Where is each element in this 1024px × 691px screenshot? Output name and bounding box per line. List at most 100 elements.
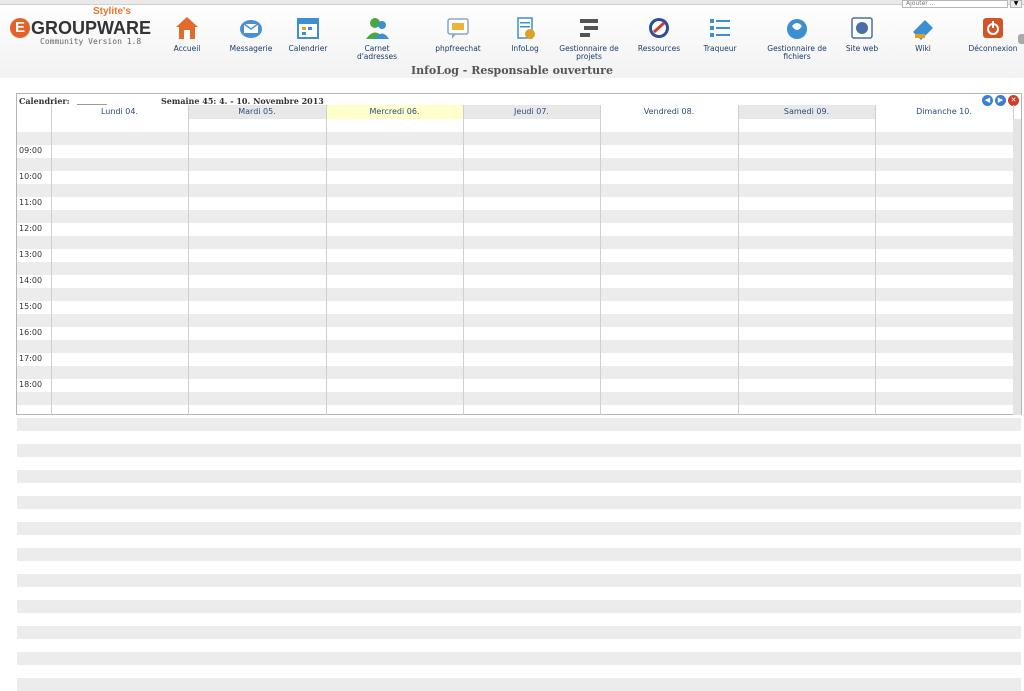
nav-item-mail[interactable]: Messagerie [223, 14, 279, 66]
nav-label: Accueil [173, 44, 201, 53]
nav-item-tracker[interactable]: Traqueur [692, 14, 748, 66]
resources-icon [645, 14, 673, 42]
infolog-icon [511, 14, 539, 42]
home-icon [173, 14, 201, 42]
time-slot-row[interactable] [17, 236, 1021, 249]
time-slot-row[interactable] [17, 288, 1021, 301]
page-title: InfoLog - Responsable ouverture [411, 64, 613, 77]
time-slot-row[interactable] [17, 496, 1021, 509]
day-column-divider [738, 105, 739, 415]
nav-item-projects[interactable]: Gestionnaire de projets [551, 14, 627, 66]
files-icon [783, 14, 811, 42]
day-header[interactable]: Dimanche 10. [875, 105, 1013, 119]
nav-label: Traqueur [703, 44, 737, 53]
wiki-icon [909, 14, 937, 42]
time-slot-row[interactable] [17, 444, 1021, 457]
nav-label: Déconnexion [968, 44, 1018, 53]
time-slot-row[interactable] [17, 262, 1021, 275]
chat-icon [444, 14, 472, 42]
day-header[interactable]: Mardi 05. [188, 105, 326, 119]
time-slot-row[interactable] [17, 574, 1021, 587]
time-grid[interactable]: 09:00 10:00 11:00 12:00 13:00 14:00 15:00 16:00… [17, 105, 1021, 691]
nav-label: Calendrier [288, 44, 328, 53]
nav-label: Carnet d'adresses [356, 44, 398, 61]
day-header[interactable]: Lundi 04. [51, 105, 188, 119]
time-slot-row[interactable] [17, 626, 1021, 639]
nav-label: InfoLog [511, 44, 539, 53]
nav-label: phpfreechat [435, 44, 481, 53]
day-headers: Lundi 04. Mardi 05. Mercredi 06. Jeudi 07. V… [17, 105, 1021, 119]
nav-item-calendar[interactable]: Calendrier [280, 14, 336, 66]
day-column-divider [600, 105, 601, 415]
time-slot-row[interactable] [17, 522, 1021, 535]
time-slot-row[interactable] [17, 314, 1021, 327]
time-slot-row[interactable] [17, 678, 1021, 691]
hour-label: 15:00 [19, 302, 43, 311]
calendar-scrollbar[interactable] [1013, 119, 1021, 415]
time-slot-row[interactable] [17, 392, 1021, 405]
hour-label: 12:00 [19, 224, 43, 233]
hour-label: 11:00 [19, 198, 43, 207]
chevron-down-icon[interactable]: ▼ [1010, 0, 1022, 8]
quick-add-select[interactable]: Ajouter ... [902, 0, 1008, 8]
nav-item-infolog[interactable]: InfoLog [503, 14, 547, 66]
nav-label: Gestionnaire de fichiers [767, 44, 827, 61]
logo-tagline: Stylite's [93, 6, 131, 17]
website-icon [848, 14, 876, 42]
nav-item-wiki[interactable]: Wiki [898, 14, 948, 66]
logout-icon [979, 14, 1007, 42]
time-slot-row[interactable] [17, 470, 1021, 483]
tracker-icon [706, 14, 734, 42]
nav-label: Wiki [915, 44, 931, 53]
week-calendar: Calendrier: Semaine 45: 4. - 10. Novembr… [16, 93, 1022, 691]
egroupware-logo[interactable]: Stylite's E GROUPWARE Community Version … [6, 6, 166, 46]
logo-badge: E [10, 18, 30, 38]
day-column-divider [875, 105, 876, 415]
projects-icon [575, 14, 603, 42]
nav-label: Site web [845, 44, 879, 53]
nav-item-website[interactable]: Site web [839, 14, 885, 66]
nav-label: Messagerie [229, 44, 273, 53]
time-slot-row[interactable] [17, 184, 1021, 197]
hour-label: 18:00 [19, 380, 43, 389]
nav-item-resources[interactable]: Ressources [631, 14, 687, 66]
day-column-divider [51, 105, 52, 415]
day-header[interactable]: Mercredi 06. [326, 105, 463, 119]
nav-label: Ressources [637, 44, 681, 53]
logo-name: GROUPWARE [31, 18, 152, 38]
day-header[interactable]: Jeudi 07. [463, 105, 600, 119]
day-header[interactable]: Samedi 09. [738, 105, 875, 119]
hour-label: 09:00 [19, 146, 43, 155]
day-column-divider [188, 105, 189, 415]
time-slot-row[interactable] [17, 210, 1021, 223]
calendar-select[interactable] [77, 96, 107, 105]
day-column-divider [326, 105, 327, 415]
nav-item-logout[interactable]: Déconnexion [962, 14, 1024, 66]
hour-label: 17:00 [19, 354, 43, 363]
time-slot-row[interactable] [17, 600, 1021, 613]
time-slot-row[interactable] [17, 340, 1021, 353]
nav-label: Gestionnaire de projets [559, 44, 619, 61]
time-slot-row[interactable] [17, 652, 1021, 665]
hour-label: 13:00 [19, 250, 43, 259]
logo-version: Community Version 1.8 [40, 37, 142, 46]
calendar-icon [294, 14, 322, 42]
day-header[interactable]: Vendredi 08. [600, 105, 738, 119]
nav-item-home[interactable]: Accueil [165, 14, 209, 66]
hour-label: 14:00 [19, 276, 43, 285]
time-slot-row[interactable] [17, 366, 1021, 379]
time-slot-row[interactable] [17, 418, 1021, 431]
time-slot-row[interactable] [17, 158, 1021, 171]
top-strip [0, 0, 1024, 5]
time-slot-row[interactable] [17, 132, 1021, 145]
scroll-right-icon[interactable] [1018, 34, 1024, 44]
mail-icon [237, 14, 265, 42]
time-slot-row[interactable] [17, 548, 1021, 561]
nav-item-files[interactable]: Gestionnaire de fichiers [758, 14, 836, 66]
nav-item-chat[interactable]: phpfreechat [427, 14, 489, 66]
nav-item-addressbook[interactable]: Carnet d'adresses [349, 14, 405, 66]
addressbook-icon [363, 14, 391, 42]
day-column-divider [463, 105, 464, 415]
app-header: Ajouter ... ▼ Stylite's E GROUPWARE Comm… [0, 0, 1024, 78]
hour-label: 16:00 [19, 328, 43, 337]
